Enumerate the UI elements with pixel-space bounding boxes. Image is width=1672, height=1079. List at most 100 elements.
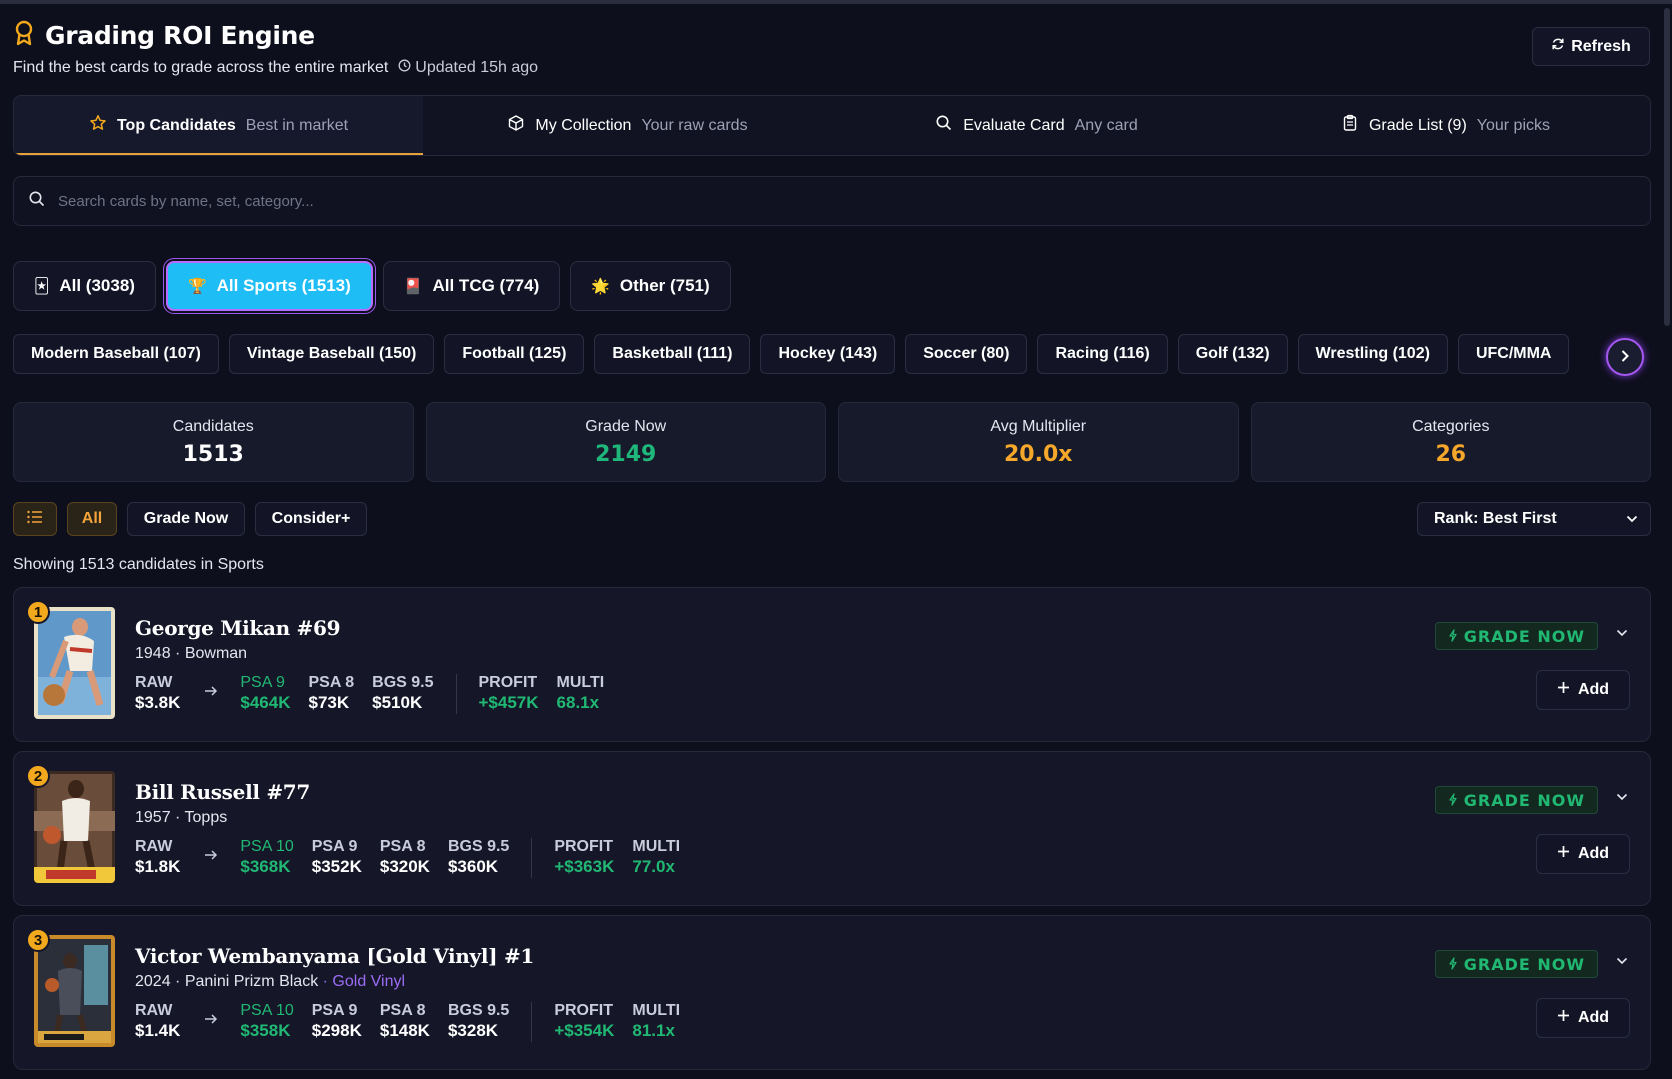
plus-icon	[1557, 845, 1570, 863]
expand-chevron-icon[interactable]	[1616, 788, 1628, 804]
grade-price: $510K	[372, 693, 423, 712]
card-set: 1948 · Bowman	[135, 645, 248, 662]
tab-grade-list[interactable]: Grade List (9) Your picks	[1241, 96, 1650, 155]
add-button[interactable]: Add	[1536, 670, 1630, 710]
card-image	[34, 607, 115, 719]
chip-basketball[interactable]: Basketball (111)	[594, 334, 751, 374]
filter-other[interactable]: 🌟 Other (751)	[570, 261, 731, 311]
stat-grade-now: Grade Now 2149	[425, 402, 826, 482]
candidate-card[interactable]: 2 Bill Russell #77 1957 · Topps RAW $1.8K…	[13, 751, 1651, 906]
main-tabs: Top Candidates Best in market My Collect…	[13, 95, 1651, 156]
card-deck-icon: 🎴	[403, 278, 423, 295]
expand-chevron-icon[interactable]	[1616, 952, 1628, 968]
chip-vintage-baseball[interactable]: Vintage Baseball (150)	[228, 334, 435, 374]
filter-all[interactable]: 🃏 All (3038)	[13, 261, 156, 311]
search-icon	[935, 114, 953, 137]
card-set: 2024 · Panini Prizm Black	[135, 973, 319, 990]
grade-price: $320K	[379, 857, 430, 876]
add-label: Add	[1577, 681, 1610, 698]
search-input[interactable]	[58, 192, 1558, 210]
tab-hint: Your picks	[1476, 116, 1551, 134]
tab-label: My Collection	[535, 116, 632, 134]
add-label: Add	[1577, 1009, 1610, 1026]
star-icon	[89, 114, 107, 137]
card-name[interactable]: Victor Wembanyama [Gold Vinyl] #1	[135, 944, 534, 968]
chip-ufc-mma[interactable]: UFC/MMA	[1457, 334, 1570, 374]
chip-football[interactable]: Football (125)	[444, 334, 585, 374]
chip-racing[interactable]: Racing (116)	[1037, 334, 1168, 374]
plus-icon	[1557, 1009, 1570, 1027]
stat-value: 2149	[595, 441, 657, 467]
filter-all-button[interactable]: All	[67, 502, 117, 536]
candidate-card[interactable]: 3 Victor Wembanyama [Gold Vinyl] #1 2024…	[13, 915, 1651, 1070]
rank-badge: 1	[26, 600, 50, 624]
multi-value: 68.1x	[556, 693, 600, 712]
stat-label: Grade Now	[585, 417, 667, 435]
results-count: Showing 1513 candidates in Sports	[13, 556, 264, 573]
tab-my-collection[interactable]: My Collection Your raw cards	[423, 96, 832, 155]
grade-now-badge: GRADE NOW	[1434, 786, 1598, 814]
chip-modern-baseball[interactable]: Modern Baseball (107)	[13, 334, 219, 374]
chevron-right-icon	[1619, 347, 1631, 368]
filter-grade-now-button[interactable]: Grade Now	[127, 502, 245, 536]
multi-label: MULTI	[632, 838, 681, 855]
scrollbar[interactable]	[1664, 8, 1670, 326]
grade-price: $73K	[308, 693, 350, 712]
filter-all-tcg[interactable]: 🎴 All TCG (774)	[382, 261, 561, 311]
add-button[interactable]: Add	[1536, 998, 1630, 1038]
card-image	[34, 771, 115, 883]
grade-price: $358K	[240, 1021, 291, 1040]
chip-golf[interactable]: Golf (132)	[1177, 334, 1288, 374]
card-variant: · Gold Vinyl	[322, 973, 406, 990]
price-row: RAW $1.4K PSA 10 $358K PSA 9 $298K PSA 8 $14…	[135, 1002, 698, 1042]
grade-price: $368K	[240, 857, 291, 876]
tab-label: Evaluate Card	[963, 116, 1065, 134]
raw-price: $1.8K	[135, 857, 181, 876]
filter-label: All TCG (774)	[432, 276, 540, 295]
tab-evaluate-card[interactable]: Evaluate Card Any card	[832, 96, 1241, 155]
tab-hint: Any card	[1074, 116, 1138, 134]
expand-chevron-icon[interactable]	[1616, 624, 1628, 640]
profit-label: PROFIT	[554, 1002, 613, 1019]
page-title: Grading ROI Engine	[45, 21, 315, 50]
chip-soccer[interactable]: Soccer (80)	[905, 334, 1028, 374]
grade-label: PSA 10	[240, 1002, 294, 1019]
add-button[interactable]: Add	[1536, 834, 1630, 874]
stat-label: Candidates	[172, 417, 254, 435]
chip-hockey[interactable]: Hockey (143)	[760, 334, 896, 374]
raw-price: $3.8K	[135, 693, 181, 712]
search-bar[interactable]	[13, 176, 1651, 226]
candidate-card[interactable]: 1 George Mikan #69 1948 · Bowman RAW $3.8…	[13, 587, 1651, 742]
grade-label: BGS 9.5	[447, 1002, 510, 1019]
list-view-button[interactable]	[13, 502, 57, 536]
filter-all-sports[interactable]: 🏆 All Sports (1513)	[165, 261, 373, 311]
sort-select[interactable]: Rank: Best First	[1417, 502, 1651, 536]
raw-label: RAW	[135, 838, 173, 855]
chip-wrestling[interactable]: Wrestling (102)	[1297, 334, 1448, 374]
card-name[interactable]: George Mikan #69	[135, 616, 341, 640]
stat-candidates: Candidates 1513	[13, 402, 414, 482]
tab-hint: Best in market	[245, 116, 349, 134]
divider	[531, 1002, 533, 1042]
tab-top-candidates[interactable]: Top Candidates Best in market	[14, 96, 423, 155]
raw-label: RAW	[135, 1002, 173, 1019]
card-name[interactable]: Bill Russell #77	[135, 780, 310, 804]
page-subtitle: Find the best cards to grade across the …	[13, 59, 389, 76]
raw-price: $1.4K	[135, 1021, 181, 1040]
multi-label: MULTI	[556, 674, 605, 691]
stat-label: Avg Multiplier	[990, 417, 1087, 435]
filter-label: All Sports (1513)	[216, 276, 351, 295]
badge-label: GRADE NOW	[1463, 790, 1585, 810]
card-image	[34, 935, 115, 1047]
stats-row: Candidates 1513 Grade Now 2149 Avg Multi…	[13, 402, 1651, 482]
raw-label: RAW	[135, 674, 173, 691]
chips-next-button[interactable]	[1606, 338, 1644, 376]
filter-consider-button[interactable]: Consider+	[255, 502, 367, 536]
box-icon	[507, 114, 525, 137]
refresh-icon	[1551, 37, 1565, 56]
refresh-button[interactable]: Refresh	[1532, 27, 1650, 66]
arrow-right-icon	[204, 684, 218, 702]
stat-categories: Categories 26	[1250, 402, 1651, 482]
grade-label: PSA 9	[311, 838, 358, 855]
chevron-down-icon	[1626, 510, 1638, 528]
